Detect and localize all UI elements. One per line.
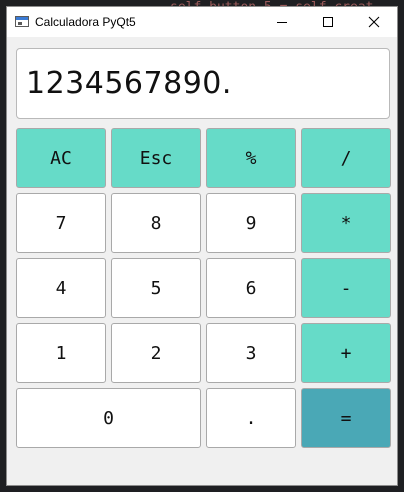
digit-1-button[interactable]: 1	[16, 323, 106, 383]
display-value: 1234567890.	[26, 66, 232, 101]
equals-button[interactable]: =	[301, 388, 391, 448]
minus-button[interactable]: -	[301, 258, 391, 318]
window-title: Calculadora PyQt5	[35, 15, 136, 29]
digit-3-button[interactable]: 3	[206, 323, 296, 383]
digit-2-button[interactable]: 2	[111, 323, 201, 383]
divide-button[interactable]: /	[301, 128, 391, 188]
decimal-point-button[interactable]: .	[206, 388, 296, 448]
percent-button[interactable]: %	[206, 128, 296, 188]
all-clear-button[interactable]: AC	[16, 128, 106, 188]
digit-4-button[interactable]: 4	[16, 258, 106, 318]
minimize-icon	[277, 22, 287, 23]
close-button[interactable]	[351, 7, 397, 37]
digit-0-button[interactable]: 0	[16, 388, 201, 448]
digit-7-button[interactable]: 7	[16, 193, 106, 253]
title-bar[interactable]: Calculadora PyQt5	[7, 7, 397, 37]
app-window-icon	[15, 16, 29, 27]
plus-button[interactable]: +	[301, 323, 391, 383]
maximize-icon	[323, 17, 333, 27]
escape-button[interactable]: Esc	[111, 128, 201, 188]
digit-5-button[interactable]: 5	[111, 258, 201, 318]
maximize-button[interactable]	[305, 7, 351, 37]
calculator-display: 1234567890.	[16, 48, 390, 119]
digit-6-button[interactable]: 6	[206, 258, 296, 318]
minimize-button[interactable]	[259, 7, 305, 37]
digit-9-button[interactable]: 9	[206, 193, 296, 253]
multiply-button[interactable]: *	[301, 193, 391, 253]
calculator-window: Calculadora PyQt5 1234567890. AC Esc % /…	[6, 6, 398, 486]
close-icon	[368, 16, 380, 28]
digit-8-button[interactable]: 8	[111, 193, 201, 253]
